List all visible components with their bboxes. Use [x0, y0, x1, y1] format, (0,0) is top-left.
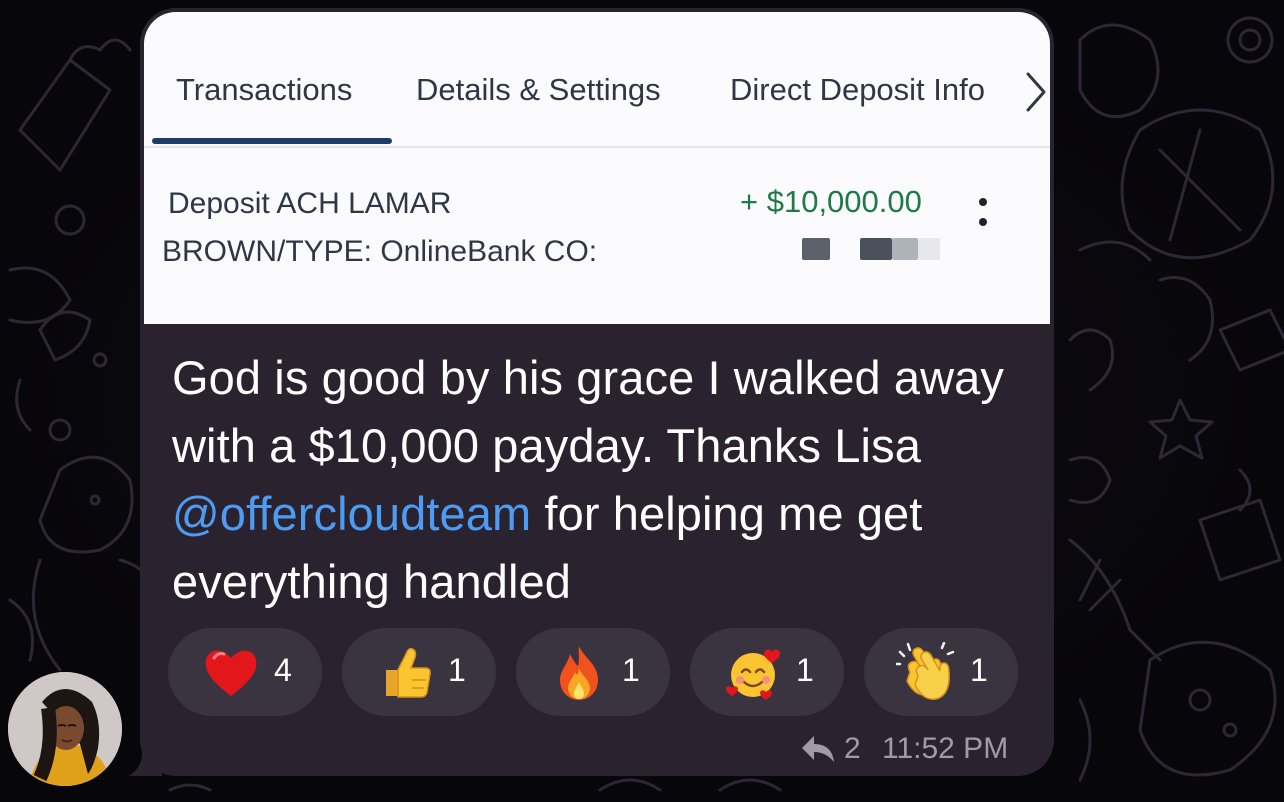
- transaction-description: Deposit ACH LAMAR BROWN/TYPE: OnlineBank…: [162, 180, 597, 276]
- avatar[interactable]: [8, 672, 122, 786]
- tab-transactions: Transactions: [176, 72, 353, 107]
- reaction-smiling-hearts[interactable]: 1: [690, 628, 844, 716]
- transaction-description-line-1: Deposit ACH LAMAR: [168, 187, 452, 220]
- thumbs-up-icon: [386, 647, 431, 698]
- reaction-count: 1: [796, 652, 814, 688]
- avatar-image: [8, 672, 122, 786]
- heart-icon: [205, 650, 257, 696]
- message-text-start: God is good by his grace I walked away w…: [172, 351, 1004, 472]
- bank-tab-bar: Transactions Details & Settings Direct D…: [144, 12, 1050, 148]
- mention-link[interactable]: @offercloudteam: [172, 487, 531, 540]
- transaction-amount: + $10,000.00: [740, 184, 922, 219]
- redacted-block: [802, 238, 830, 260]
- reaction-clapping[interactable]: 1: [864, 628, 1018, 716]
- reaction-thumbs-up[interactable]: 1: [342, 628, 496, 716]
- chat-view: Transactions Details & Settings Direct D…: [0, 0, 1284, 802]
- message-meta: 2 11:52 PM: [800, 730, 1020, 770]
- chevron-right-icon: [1026, 72, 1046, 112]
- reaction-heart[interactable]: 4: [168, 628, 322, 716]
- redacted-block: [892, 238, 918, 260]
- bubble-tail: [128, 740, 162, 776]
- attached-bank-screenshot[interactable]: Transactions Details & Settings Direct D…: [144, 12, 1050, 324]
- more-vertical-icon: [976, 198, 990, 234]
- reply-icon[interactable]: [800, 734, 836, 764]
- smiling-face-with-hearts-icon: [726, 649, 780, 700]
- reaction-bar: 4 1 1 1 1: [168, 628, 1028, 716]
- redacted-block: [860, 238, 892, 260]
- reaction-count: 1: [448, 652, 466, 688]
- message-text: God is good by his grace I walked away w…: [172, 344, 1032, 616]
- tab-details-settings: Details & Settings: [416, 72, 661, 107]
- reaction-count: 1: [970, 652, 988, 688]
- reply-count[interactable]: 2: [844, 732, 861, 766]
- message-bubble[interactable]: Transactions Details & Settings Direct D…: [140, 8, 1054, 776]
- active-tab-indicator: [152, 138, 392, 144]
- message-timestamp: 11:52 PM: [882, 732, 1009, 765]
- fire-icon: [560, 646, 598, 700]
- reaction-count: 4: [274, 652, 292, 688]
- reaction-count: 1: [622, 652, 640, 688]
- redacted-block: [918, 238, 940, 260]
- reaction-fire[interactable]: 1: [516, 628, 670, 716]
- clapping-hands-icon: [896, 642, 955, 700]
- transaction-description-line-2: BROWN/TYPE: OnlineBank CO:: [162, 235, 598, 268]
